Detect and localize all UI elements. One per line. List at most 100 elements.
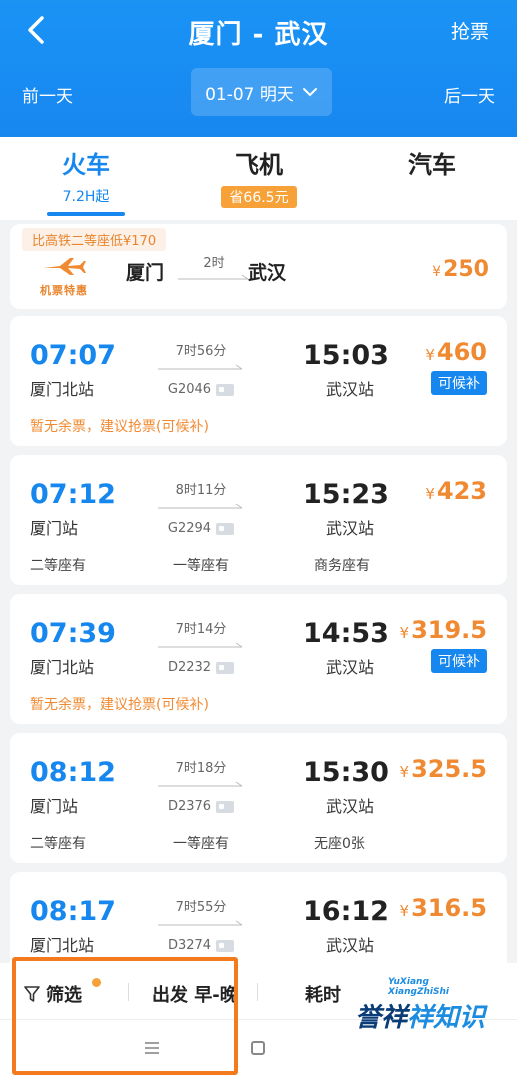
tab-plane-label: 飞机 (235, 151, 283, 179)
tab-plane-sub: 省66.5元 (221, 186, 297, 208)
next-day-button[interactable]: 后一天 (444, 82, 495, 107)
arrival-time: 15:23 (303, 479, 389, 510)
no-ticket-note: 暂无余票，建议抢票(可候补) (30, 419, 209, 435)
currency-symbol: ¥ (399, 624, 410, 642)
departure-time: 07:12 (30, 479, 116, 510)
arrow-right-icon (178, 274, 249, 280)
train-code-row: D2232 (168, 660, 235, 675)
ticket-price-value: 460 (436, 338, 487, 366)
seat-availability: 一等座有 (173, 558, 229, 574)
train-card[interactable]: 07:07 厦门北站 7时56分 G2046 15:03 武汉站 ¥460 可候补… (10, 316, 507, 446)
promo-price-value: 250 (443, 257, 489, 282)
seat-availability: 二等座有 (30, 558, 86, 574)
train-info: 7时18分 D2376 (155, 757, 247, 814)
home-square-icon[interactable] (251, 1041, 265, 1055)
ticket-price-value: 319.5 (411, 616, 487, 644)
train-code: G2294 (167, 521, 212, 536)
ticket-price-value: 316.5 (411, 894, 487, 922)
departure-station: 厦门站 (30, 797, 79, 816)
watermark-en-line2: XiangZhiShi (388, 987, 449, 997)
travel-duration: 7时55分 (175, 900, 227, 915)
id-card-icon (216, 383, 235, 396)
flight-promo-card[interactable]: 比高铁二等座低¥170 机票特惠 厦门 2时 武汉 ¥250 (10, 224, 507, 309)
arrow-right-icon (158, 642, 243, 648)
currency-symbol: ¥ (399, 763, 410, 781)
train-card[interactable]: 08:12 厦门站 7时18分 D2376 15:30 武汉站 ¥325.5 二等… (10, 733, 507, 863)
route-title: 厦门 - 武汉 (188, 20, 329, 50)
train-card[interactable]: 07:39 厦门北站 7时14分 D2232 14:53 武汉站 ¥319.5 可… (10, 594, 507, 724)
train-code: D3274 (167, 938, 212, 953)
seat-availability: 一等座有 (173, 836, 229, 852)
arrival-station: 武汉站 (326, 658, 375, 677)
chevron-down-icon (302, 88, 317, 97)
departure-station: 厦门北站 (30, 936, 95, 955)
header: 厦门 - 武汉 抢票 前一天 01-07 明天 后一天 (0, 0, 517, 137)
waitlist-badge[interactable]: 可候补 (431, 649, 487, 673)
date-label: 01-07 明天 (205, 84, 294, 105)
watermark-english: YuXiang XiangZhiShi (388, 977, 449, 997)
departure-time: 08:17 (30, 896, 116, 927)
tab-train-label: 火车 (62, 151, 110, 179)
seat-availability: 商务座有 (314, 558, 370, 574)
waitlist-badge[interactable]: 可候补 (431, 371, 487, 395)
train-card[interactable]: 07:12 厦门站 8时11分 G2294 15:23 武汉站 ¥423 二等座有… (10, 455, 507, 585)
id-card-icon (216, 939, 235, 952)
arrival-station: 武汉站 (326, 936, 375, 955)
currency-symbol: ¥ (425, 346, 435, 364)
arrow-right-icon (158, 781, 243, 787)
arrival-station: 武汉站 (326, 797, 375, 816)
date-picker[interactable]: 01-07 明天 (191, 68, 332, 116)
currency-symbol: ¥ (399, 902, 410, 920)
promo-duration-text: 2时 (203, 256, 225, 271)
tab-bus[interactable]: 汽车 (362, 145, 502, 180)
arrival-station: 武汉站 (326, 380, 375, 399)
currency-symbol: ¥ (425, 485, 435, 503)
departure-station: 厦门站 (30, 519, 79, 538)
ticket-price: ¥423 (425, 477, 487, 505)
train-code: G2046 (167, 382, 212, 397)
travel-duration: 7时18分 (175, 761, 227, 776)
seat-availability: 二等座有 (30, 836, 86, 852)
arrival-time: 15:30 (303, 757, 389, 788)
id-card-icon (216, 522, 235, 535)
departure-time: 07:39 (30, 618, 116, 649)
arrow-right-icon (158, 920, 243, 926)
tab-plane[interactable]: 飞机 省66.5元 (189, 145, 329, 208)
travel-duration: 8时11分 (175, 483, 227, 498)
train-info: 7时55分 D3274 (155, 896, 247, 953)
watermark-logo: YuXiang XiangZhiShi 誉祥祥知识 (355, 977, 505, 1047)
promo-price: ¥250 (432, 257, 489, 282)
ticket-price-value: 423 (436, 477, 487, 505)
arrival-time: 14:53 (303, 618, 389, 649)
train-code-row: D3274 (167, 938, 235, 953)
flight-deal-logo: 机票特惠 (32, 256, 96, 298)
watermark-cn-1: 誉祥 (355, 1003, 408, 1033)
arrival-station: 武汉站 (326, 519, 375, 538)
arrow-right-icon (158, 503, 243, 509)
prev-day-button[interactable]: 前一天 (22, 82, 73, 107)
no-ticket-note: 暂无余票，建议抢票(可候补) (30, 697, 209, 713)
departure-station: 厦门北站 (30, 380, 95, 399)
id-card-icon (216, 661, 235, 674)
promo-duration: 2时 (176, 252, 252, 286)
departure-time: 07:07 (30, 340, 116, 371)
grab-ticket-button[interactable]: 抢票 (451, 17, 489, 44)
arrival-time: 16:12 (303, 896, 389, 927)
tab-train[interactable]: 火车 7.2H起 (16, 145, 156, 206)
sort-duration-button[interactable]: 耗时 (305, 981, 341, 1007)
tab-bus-label: 汽车 (408, 151, 456, 179)
divider (257, 983, 258, 1001)
watermark-en-line1: YuXiang (388, 977, 429, 987)
arrow-right-icon (158, 364, 243, 370)
ticket-price: ¥319.5 (400, 616, 487, 644)
travel-duration: 7时56分 (175, 344, 227, 359)
promo-from-city: 厦门 (126, 262, 165, 284)
id-card-icon (216, 800, 235, 813)
train-info: 8时11分 G2294 (155, 479, 247, 536)
active-tab-indicator (47, 212, 125, 216)
watermark-chinese: 誉祥祥知识 (355, 997, 485, 1034)
ticket-price-value: 325.5 (411, 755, 487, 783)
transport-tabs: 火车 7.2H起 飞机 省66.5元 汽车 (0, 137, 517, 220)
arrival-time: 15:03 (303, 340, 389, 371)
watermark-cn-2: 祥知识 (407, 1003, 486, 1033)
